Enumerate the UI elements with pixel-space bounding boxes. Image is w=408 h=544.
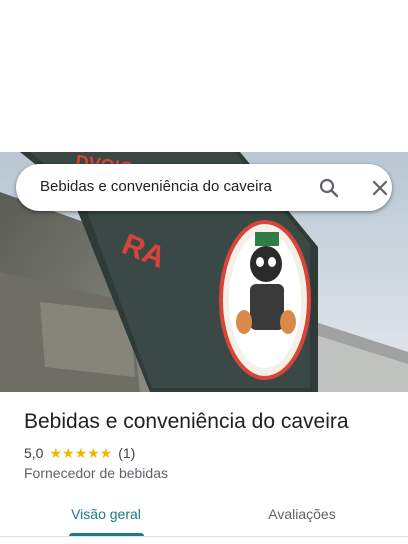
map-blank-area — [0, 0, 408, 152]
search-bar[interactable]: Bebidas e conveniência do caveira — [16, 164, 392, 211]
place-tabs: Visão geral Avaliações — [0, 496, 408, 536]
tabs-divider — [0, 536, 408, 537]
place-category[interactable]: Fornecedor de bebidas — [24, 465, 168, 481]
place-title: Bebidas e conveniência do caveira — [24, 410, 349, 433]
search-input[interactable]: Bebidas e conveniência do caveira — [40, 178, 298, 195]
close-icon[interactable] — [368, 176, 392, 200]
star-rating-icon: ★★★★★ — [49, 444, 113, 461]
review-count[interactable]: (1) — [118, 445, 135, 461]
rating-row[interactable]: 5,0 ★★★★★ (1) — [24, 444, 135, 462]
rating-value: 5,0 — [24, 445, 44, 461]
tab-overview[interactable]: Visão geral — [62, 496, 150, 536]
tab-reviews[interactable]: Avaliações — [258, 496, 346, 536]
search-icon[interactable] — [317, 176, 341, 200]
